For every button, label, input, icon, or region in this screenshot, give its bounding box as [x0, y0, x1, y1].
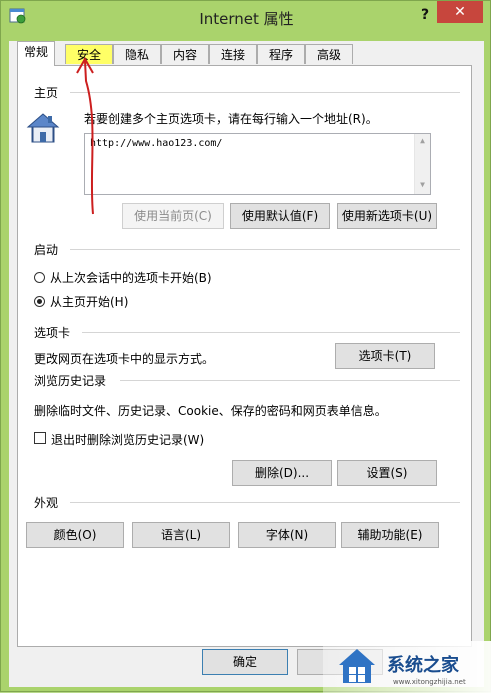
tab-privacy[interactable]: 隐私	[113, 44, 161, 64]
homepage-divider	[70, 92, 460, 93]
accessibility-button[interactable]: 辅助功能(E)	[341, 522, 439, 548]
title-bar[interactable]: Internet 属性 ? ✕	[1, 1, 491, 33]
help-button[interactable]: ?	[415, 5, 435, 25]
site-watermark: 系统之家 www.xitongzhijia.net	[323, 641, 491, 693]
tabs-divider	[82, 332, 460, 333]
delete-on-exit-checkbox[interactable]	[34, 432, 46, 444]
scroll-up-icon[interactable]: ▲	[415, 136, 430, 145]
use-default-button[interactable]: 使用默认值(F)	[230, 203, 330, 229]
homepage-url-textarea[interactable]: http://www.hao123.com/ ▲ ▼	[84, 133, 431, 195]
history-divider	[120, 380, 460, 381]
tab-connections[interactable]: 连接	[209, 44, 257, 64]
tab-security[interactable]: 安全	[65, 44, 113, 64]
fonts-button[interactable]: 字体(N)	[238, 522, 336, 548]
tab-content[interactable]: 内容	[161, 44, 209, 64]
use-current-button[interactable]: 使用当前页(C)	[122, 203, 224, 229]
radio-last-session[interactable]	[34, 272, 45, 283]
close-button[interactable]: ✕	[437, 1, 483, 23]
radio-last-session-label: 从上次会话中的选项卡开始(B)	[50, 271, 212, 285]
startup-divider	[70, 249, 460, 250]
use-new-tab-button[interactable]: 使用新选项卡(U)	[337, 203, 437, 229]
radio-start-home-label: 从主页开始(H)	[50, 295, 129, 309]
ok-button[interactable]: 确定	[202, 649, 288, 675]
tab-programs[interactable]: 程序	[257, 44, 305, 64]
colors-button[interactable]: 颜色(O)	[26, 522, 124, 548]
history-section-title: 浏览历史记录	[34, 374, 107, 388]
tabs-button[interactable]: 选项卡(T)	[335, 343, 435, 369]
textarea-scrollbar[interactable]: ▲ ▼	[414, 134, 430, 194]
languages-button[interactable]: 语言(L)	[132, 522, 230, 548]
general-tab-panel: 主页 若要创建多个主页选项卡，请在每行输入一个地址(R)。 http://www…	[17, 65, 472, 647]
scroll-down-icon[interactable]: ▼	[415, 180, 430, 189]
dialog-client-area: 常规 安全 隐私 内容 连接 程序 高级 主页 若要创建多个主页选项卡，请在每行…	[9, 41, 484, 687]
history-description: 删除临时文件、历史记录、Cookie、保存的密码和网页表单信息。	[34, 404, 387, 418]
history-settings-button[interactable]: 设置(S)	[337, 460, 437, 486]
tab-general[interactable]: 常规	[17, 41, 55, 66]
radio-start-home[interactable]	[34, 296, 45, 307]
watermark-url: www.xitongzhijia.net	[393, 678, 466, 686]
tab-advanced[interactable]: 高级	[305, 44, 353, 64]
homepage-section-title: 主页	[34, 86, 59, 100]
delete-history-button[interactable]: 删除(D)...	[232, 460, 332, 486]
internet-options-window: Internet 属性 ? ✕ 常规 安全 隐私 内容 连接 程序 高级 主页 …	[0, 0, 491, 693]
homepage-instruction: 若要创建多个主页选项卡，请在每行输入一个地址(R)。	[84, 112, 378, 126]
delete-on-exit-label: 退出时删除浏览历史记录(W)	[51, 433, 205, 447]
appearance-section-title: 外观	[34, 496, 59, 510]
house-icon	[26, 113, 60, 143]
watermark-logo-icon	[339, 649, 375, 683]
tabs-section-title: 选项卡	[34, 326, 71, 340]
appearance-divider	[70, 502, 460, 503]
watermark-name: 系统之家	[387, 655, 459, 676]
homepage-url-value: http://www.hao123.com/	[90, 138, 223, 149]
tabs-description: 更改网页在选项卡中的显示方式。	[34, 352, 215, 366]
startup-section-title: 启动	[34, 243, 59, 257]
